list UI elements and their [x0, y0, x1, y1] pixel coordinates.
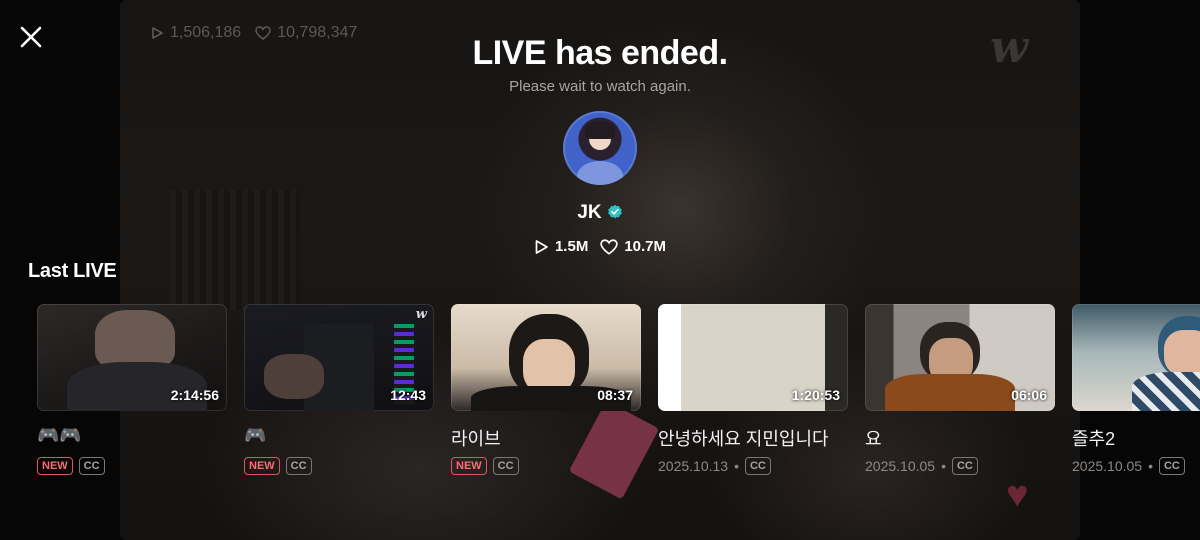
live-title[interactable]: 🎮 [244, 425, 434, 449]
live-title[interactable]: 요 [865, 425, 1055, 449]
thumbnail-image [264, 354, 324, 399]
thumbnail-image [95, 310, 175, 370]
live-date: 2025.10.13 [658, 458, 729, 474]
heart-outline-icon [600, 238, 619, 255]
last-live-heading: Last LIVE [28, 260, 117, 282]
heart-reaction-icon: ♥ [1006, 474, 1029, 516]
artist-likes-count: 10.7M [624, 238, 667, 255]
live-card[interactable]: 1:20:53 안녕하세요 지민입니다 2025.10.13 • CC [658, 304, 848, 475]
avatar-hair [585, 121, 615, 139]
live-card[interactable]: 08:37 라이브 NEW CC [451, 304, 641, 475]
live-thumbnail[interactable]: 1:20:53 [658, 304, 848, 411]
live-date: 2025.10.05 [1072, 458, 1143, 474]
live-thumbnail[interactable]: w 12:43 [244, 304, 434, 411]
cc-badge: CC [78, 457, 105, 475]
live-title[interactable]: 🎮🎮 [37, 425, 227, 449]
verified-badge-icon [607, 204, 622, 219]
thumbnail-image [1164, 330, 1200, 376]
separator-dot: • [941, 458, 946, 474]
artist-metrics: 1.5M 10.7M [0, 238, 1200, 255]
thumbnail-image [1132, 372, 1200, 411]
new-badge: NEW [244, 457, 280, 475]
live-title[interactable]: 라이브 [451, 425, 641, 449]
thumbnail-image [885, 374, 1015, 411]
live-ended-title: LIVE has ended. [472, 34, 728, 72]
live-meta: 2025.10.05 • CC [865, 457, 1055, 475]
cc-badge: CC [285, 457, 312, 475]
avatar-shirt [577, 161, 623, 185]
live-meta: NEW CC [244, 457, 434, 475]
play-icon [535, 239, 548, 254]
new-badge: NEW [451, 457, 487, 475]
duration-label: 2:14:56 [170, 387, 219, 403]
artist-name-row[interactable]: JK [0, 202, 1200, 224]
cc-badge: CC [951, 457, 978, 475]
duration-label: 06:06 [1011, 387, 1047, 403]
live-card[interactable]: 2:14:56 🎮🎮 NEW CC [37, 304, 227, 475]
cc-badge: CC [492, 457, 519, 475]
artist-plays-count: 1.5M [554, 238, 589, 255]
live-meta: 2025.10.05 • CC [1072, 457, 1200, 475]
live-meta: NEW CC [451, 457, 641, 475]
cc-badge: CC [1158, 457, 1185, 475]
duration-label: 1:20:53 [791, 387, 840, 403]
live-ended-subtitle: Please wait to watch again. [509, 78, 691, 95]
weverse-watermark-icon: w [415, 307, 427, 322]
new-badge: NEW [37, 457, 73, 475]
live-card[interactable]: w 12:43 🎮 NEW CC [244, 304, 434, 475]
live-card[interactable]: 06:06 요 2025.10.05 • CC [865, 304, 1055, 475]
duration-label: 12:43 [390, 387, 426, 403]
artist-name: JK [577, 202, 602, 223]
live-meta: NEW CC [37, 457, 227, 475]
cc-badge: CC [744, 457, 771, 475]
live-thumbnail[interactable]: 2:14:56 [37, 304, 227, 411]
live-title[interactable]: 안녕하세요 지민입니다 [658, 425, 848, 449]
live-thumbnail[interactable]: 08:37 [451, 304, 641, 411]
artist-avatar[interactable] [563, 111, 637, 185]
duration-label: 08:37 [597, 387, 633, 403]
live-thumbnail[interactable]: 06:06 [865, 304, 1055, 411]
live-card[interactable]: 즐추2 2025.10.05 • CC [1072, 304, 1200, 475]
live-thumbnail[interactable] [1072, 304, 1200, 411]
separator-dot: • [1148, 458, 1153, 474]
live-meta: 2025.10.13 • CC [658, 457, 848, 475]
artist-likes: 10.7M [600, 238, 666, 255]
artist-plays: 1.5M [534, 238, 588, 255]
live-title[interactable]: 즐추2 [1072, 425, 1200, 449]
live-date: 2025.10.05 [865, 458, 936, 474]
separator-dot: • [734, 458, 739, 474]
